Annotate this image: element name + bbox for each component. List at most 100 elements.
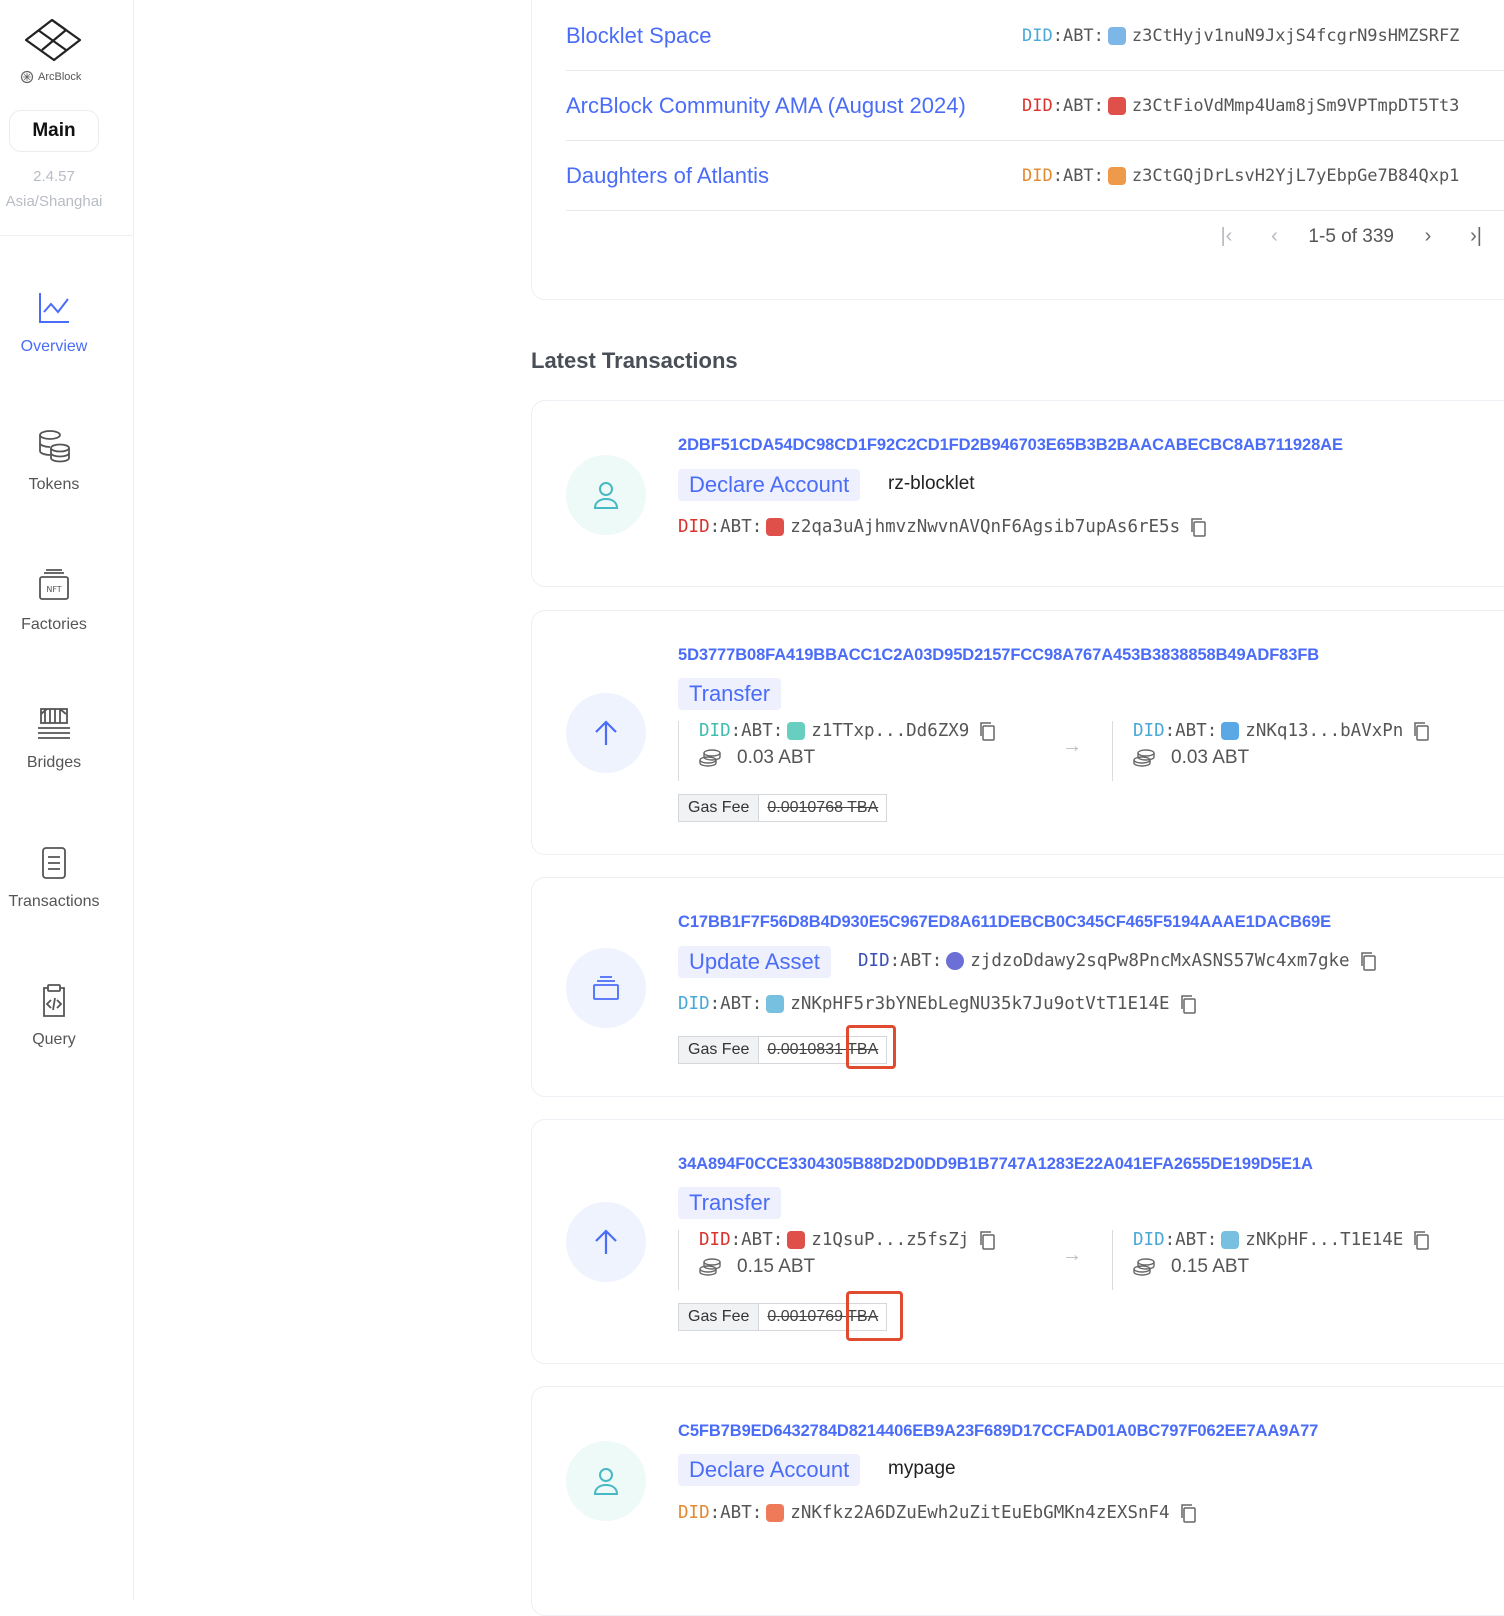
arcblock-logo-icon[interactable] xyxy=(24,18,84,64)
did-prefix: DID xyxy=(1022,165,1053,186)
dapp-name-link[interactable]: Daughters of Atlantis xyxy=(566,163,1022,189)
next-page-icon[interactable]: › xyxy=(1414,225,1442,248)
coins-icon xyxy=(1133,1258,1155,1276)
moniker-text: mypage xyxy=(888,1458,956,1479)
dapp-name-link[interactable]: ArcBlock Community AMA (August 2024) xyxy=(566,93,1022,119)
first-page-icon[interactable]: |‹ xyxy=(1212,225,1240,248)
amount-value: 0.15 ABT xyxy=(1171,1256,1250,1277)
did-value: zjdzoDdawy2sqPw8PncMxASNS57Wc4xm7gke xyxy=(970,951,1350,971)
did-type: :ABT: xyxy=(1052,165,1104,186)
copy-icon[interactable] xyxy=(1360,951,1376,971)
did-address[interactable]: DID:ABT: z1QsuP...z5fsZj xyxy=(699,1230,996,1250)
did-type: :ABT: xyxy=(709,517,763,537)
did-prefix: DID xyxy=(678,517,710,537)
chain-selector-button[interactable]: Main xyxy=(9,110,99,152)
did-avatar xyxy=(1221,722,1240,740)
tx-hash-link[interactable]: 34A894F0CCE3304305B88D2D0DD9B1B7747A1283… xyxy=(678,1155,1313,1174)
copy-icon[interactable] xyxy=(979,721,996,741)
copy-icon[interactable] xyxy=(1413,721,1430,741)
did-address[interactable]: DID:ABT: zNKq13...bAVxPn xyxy=(1133,721,1430,741)
did-value: z2qa3uAjhmvzNwvnAVQnF6Agsib7upAs6rE5s xyxy=(790,517,1181,537)
transfer-from: DID:ABT: z1QsuP...z5fsZj 0.15 ABT xyxy=(678,1230,996,1290)
did-type: :ABT: xyxy=(709,1503,763,1523)
did-prefix: DID xyxy=(699,1230,731,1250)
last-page-icon[interactable]: ›| xyxy=(1462,225,1490,248)
did-value: zNKpHF5r3bYNEbLegNU35k7Ju9otVtT1E14E xyxy=(790,994,1170,1014)
tx-type-badge xyxy=(566,693,646,773)
pagination: |‹ ‹ 1-5 of 339 › ›| xyxy=(1212,225,1490,248)
did-address[interactable]: DID:ABT: zNKpHF...T1E14E xyxy=(1133,1230,1430,1250)
tx-type-tag: Update Asset xyxy=(678,946,831,978)
tx-hash-link[interactable]: C5FB7B9ED6432784D8214406EB9A23F689D17CCF… xyxy=(678,1422,1318,1441)
brand-text: ArcBlock xyxy=(38,71,82,83)
did-address[interactable]: DID:ABT: zNKpHF5r3bYNEbLegNU35k7Ju9otVtT… xyxy=(678,994,1196,1014)
tx-type-badge xyxy=(566,455,646,535)
tx-hash-link[interactable]: C17BB1F7F56D8B4D930E5C967ED8A611DEBCB0C3… xyxy=(678,913,1331,932)
copy-icon[interactable] xyxy=(979,1230,996,1250)
did-avatar xyxy=(766,995,785,1013)
transaction-card: 5D3777B08FA419BBACC1C2A03D95D2157FCC98A7… xyxy=(531,610,1504,855)
did-prefix: DID xyxy=(699,721,731,741)
nav-item-tokens[interactable]: Tokens xyxy=(0,428,108,494)
did-prefix: DID xyxy=(1022,95,1053,116)
did-address[interactable]: DID:ABT: z2qa3uAjhmvzNwvnAVQnF6Agsib7upA… xyxy=(678,517,1206,537)
nav-label-transactions: Transactions xyxy=(8,893,100,910)
database-coins-icon xyxy=(39,430,70,463)
copy-icon[interactable] xyxy=(1190,517,1206,537)
did-address[interactable]: DID:ABT: z3CtFioVdMmp4Uam8jSm9VPTmpDT5Tt… xyxy=(1022,96,1459,116)
did-avatar xyxy=(766,1504,785,1522)
table-row[interactable]: Daughters of Atlantis DID:ABT: z3CtGQjDr… xyxy=(566,141,1504,211)
bridge-icon xyxy=(38,708,70,739)
did-type: :ABT: xyxy=(730,721,784,741)
did-address[interactable]: DID:ABT: z3CtGQjDrLsvH2YjL7yEbpGe7B84Qxp… xyxy=(1022,166,1459,186)
did-address[interactable]: DID:ABT: z3CtHyjv1nuN9JxjS4fcgrN9sHMZSRF… xyxy=(1022,26,1459,46)
nav-item-overview[interactable]: Overview xyxy=(0,290,108,356)
gas-fee-label: Gas Fee xyxy=(679,1304,760,1330)
nav-item-transactions[interactable]: Transactions xyxy=(0,845,108,911)
dapp-name-link[interactable]: Blocklet Space xyxy=(566,23,1022,49)
user-icon xyxy=(593,482,619,509)
table-row[interactable]: Blocklet Space DID:ABT: z3CtHyjv1nuN9Jxj… xyxy=(566,1,1504,71)
pagination-range: 1-5 of 339 xyxy=(1308,225,1394,247)
asset-did-address[interactable]: DID:ABT: zjdzoDdawy2sqPw8PncMxASNS57Wc4x… xyxy=(858,951,1376,971)
copy-icon[interactable] xyxy=(1180,1503,1196,1523)
copy-icon[interactable] xyxy=(1180,994,1196,1014)
arrow-right-icon: → xyxy=(1062,735,1082,757)
arrow-up-icon xyxy=(595,720,617,745)
chart-line-icon xyxy=(39,293,69,323)
did-type: :ABT: xyxy=(1164,721,1218,741)
tx-hash-link[interactable]: 2DBF51CDA54DC98CD1F92C2CD1FD2B946703E65B… xyxy=(678,436,1343,455)
moniker-text: rz-blocklet xyxy=(888,473,975,494)
did-value: z3CtGQjDrLsvH2YjL7yEbpGe7B84Qxp1 xyxy=(1131,165,1460,186)
timezone-text: Asia/Shanghai xyxy=(5,193,103,210)
gas-fee: Gas Fee 0.0010768 TBA xyxy=(678,794,888,822)
prev-page-icon[interactable]: ‹ xyxy=(1260,225,1288,248)
did-prefix: DID xyxy=(1133,1230,1165,1250)
did-prefix: DID xyxy=(1022,25,1053,46)
version-text: 2.4.57 xyxy=(33,168,75,185)
tx-type-tag: Transfer xyxy=(678,678,782,710)
amount-value: 0.03 ABT xyxy=(1171,747,1250,768)
nav-label-query: Query xyxy=(32,1031,76,1048)
transfer-to: DID:ABT: zNKpHF...T1E14E 0.15 ABT xyxy=(1112,1230,1430,1290)
nav-item-factories[interactable]: NFT Factories xyxy=(0,568,108,634)
did-prefix: DID xyxy=(858,951,890,971)
document-list-icon xyxy=(42,847,66,879)
did-address[interactable]: DID:ABT: zNKfkz2A6DZuEwh2uZitEuEbGMKn4zE… xyxy=(678,1503,1196,1523)
did-avatar xyxy=(1221,1231,1240,1249)
did-type: :ABT: xyxy=(1052,25,1104,46)
transfer-to: DID:ABT: zNKq13...bAVxPn 0.03 ABT xyxy=(1112,721,1430,781)
main-content: Blocklet Space DID:ABT: z3CtHyjv1nuN9Jxj… xyxy=(531,0,1504,1616)
transfer-amount: 0.03 ABT xyxy=(699,747,995,769)
did-type: :ABT: xyxy=(730,1230,784,1250)
table-row[interactable]: ArcBlock Community AMA (August 2024) DID… xyxy=(566,71,1504,141)
tx-type-tag: Transfer xyxy=(678,1187,782,1219)
did-address[interactable]: DID:ABT: z1TTxp...Dd6ZX9 xyxy=(699,721,996,741)
tx-type-tag: Declare Account xyxy=(678,1454,861,1486)
nav-item-bridges[interactable]: Bridges xyxy=(0,706,108,772)
tx-hash-link[interactable]: 5D3777B08FA419BBACC1C2A03D95D2157FCC98A7… xyxy=(678,646,1319,665)
copy-icon[interactable] xyxy=(1413,1230,1430,1250)
svg-text:NFT: NFT xyxy=(46,585,61,594)
nav-item-query[interactable]: Query xyxy=(0,983,108,1049)
did-value: z3CtHyjv1nuN9JxjS4fcgrN9sHMZSRFZ xyxy=(1131,25,1460,46)
